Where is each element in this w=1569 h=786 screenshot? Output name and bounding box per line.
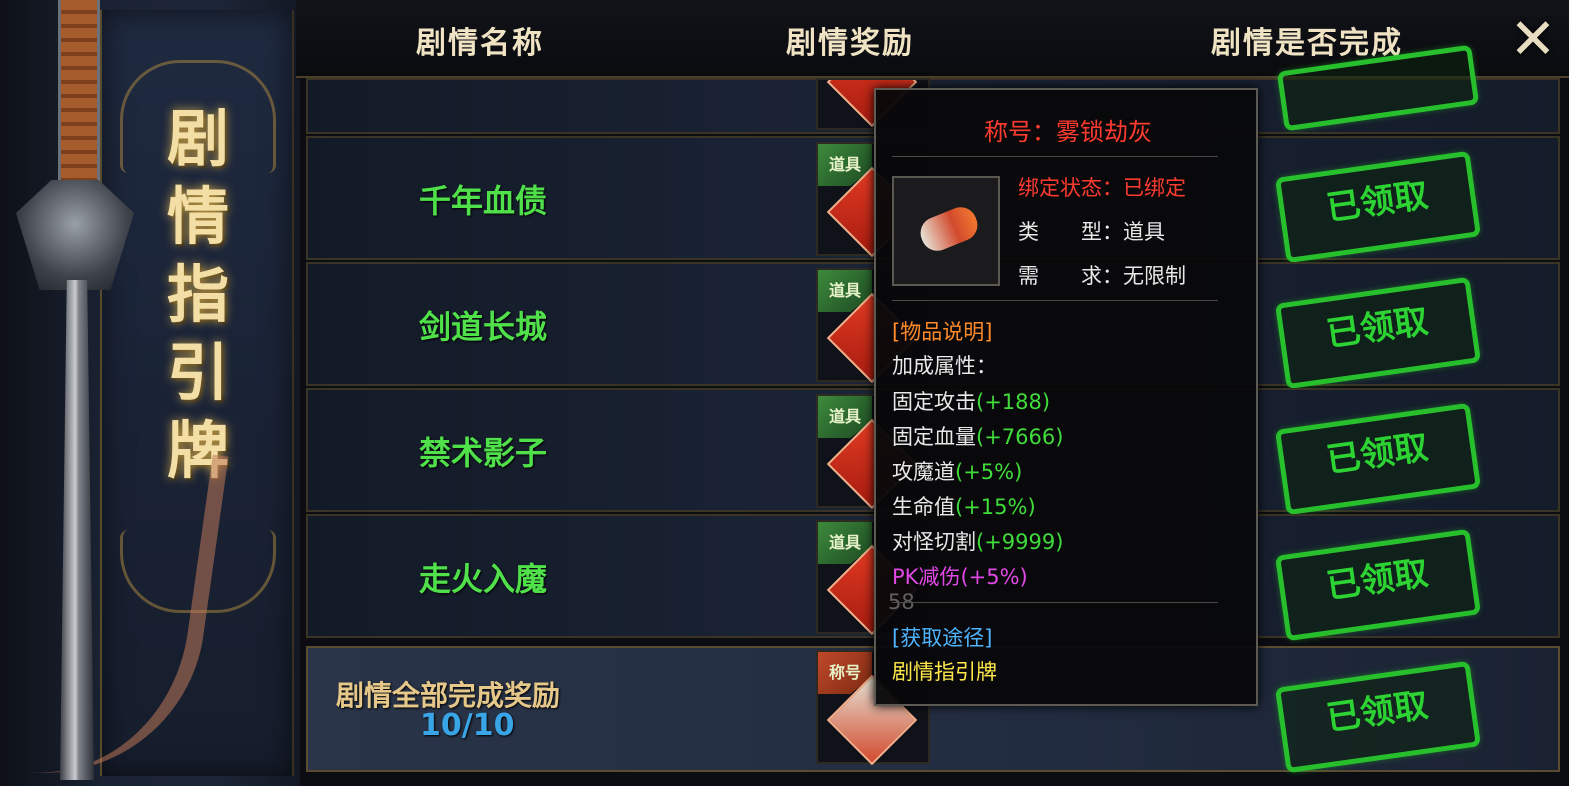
plot-name: 走火入魔	[418, 560, 547, 598]
stat-name: PK减伤	[892, 565, 961, 589]
scroll-icon	[915, 202, 983, 256]
stat-line: 生命值(+15%)	[892, 491, 1036, 521]
header-plot-completed: 剧情是否完成	[1211, 26, 1403, 61]
stat-name: 对怪切割	[892, 530, 976, 554]
claimed-stamp[interactable]: 已领取	[1274, 276, 1482, 390]
stat-line: PK减伤(+5%)	[892, 561, 1028, 591]
stat-value: (+7666)	[976, 425, 1064, 449]
header-plot-name: 剧情名称	[416, 26, 544, 61]
plot-name: 千年血债	[418, 182, 547, 220]
header-plot-reward: 剧情奖励	[786, 26, 914, 61]
obtain-header: [获取途径]	[892, 626, 993, 650]
bind-status: 绑定状态：已绑定	[1018, 176, 1186, 200]
completion-progress: 10/10	[420, 708, 515, 743]
stat-value: (+5%)	[960, 565, 1028, 589]
close-icon: ✕	[1509, 7, 1557, 72]
divider	[892, 602, 1218, 603]
stat-name: 生命值	[892, 495, 955, 519]
stat-value: (+5%)	[955, 460, 1023, 484]
claimed-stamp[interactable]: 已领取	[1274, 402, 1482, 516]
item-icon-frame	[892, 176, 1000, 286]
close-button[interactable]: ✕	[1503, 10, 1563, 70]
item-tooltip: 称号：雾锁劫灰 绑定状态：已绑定 类 型：道具 需 求：无限制 [物品说明] 加…	[874, 88, 1258, 706]
panel-title-char: 剧	[166, 102, 229, 175]
panel-title-char: 情	[166, 180, 229, 253]
guide-panel-art: 剧 情 指 引 牌	[0, 0, 300, 786]
stat-value: (+15%)	[955, 495, 1036, 519]
plot-name: 剑道长城	[418, 308, 547, 346]
stat-value: (+9999)	[976, 530, 1064, 554]
stat-line: 攻魔道(+5%)	[892, 456, 1022, 486]
obtain-source: 剧情指引牌	[892, 660, 997, 684]
sword-grip	[58, 0, 100, 190]
plot-name: 禁术影子	[418, 434, 547, 472]
item-requirement: 需 求：无限制	[1018, 264, 1186, 288]
bonus-header: 加成属性：	[892, 354, 997, 378]
claimed-stamp[interactable]: 已领取	[1274, 528, 1482, 642]
tooltip-title: 称号：雾锁劫灰	[984, 118, 1152, 146]
divider	[892, 156, 1218, 157]
description-header: [物品说明]	[892, 320, 993, 344]
claimed-stamp[interactable]: 已领取	[1274, 660, 1482, 774]
stat-line: 对怪切割(+9999)	[892, 526, 1063, 556]
panel-title-char: 指	[166, 258, 229, 331]
stat-name: 固定血量	[892, 425, 976, 449]
claimed-stamp[interactable]: 已领取	[1274, 150, 1482, 264]
stat-line: 固定血量(+7666)	[892, 421, 1063, 451]
stat-line: 固定攻击(+188)	[892, 386, 1050, 416]
stat-name: 攻魔道	[892, 460, 955, 484]
panel-title: 剧 情 指 引 牌	[143, 100, 253, 490]
item-type: 类 型：道具	[1018, 220, 1165, 244]
stat-name: 固定攻击	[892, 390, 976, 414]
divider	[892, 300, 1218, 301]
stat-value: (+188)	[976, 390, 1051, 414]
sword-blade	[60, 280, 94, 780]
panel-title-char: 引	[166, 336, 229, 409]
